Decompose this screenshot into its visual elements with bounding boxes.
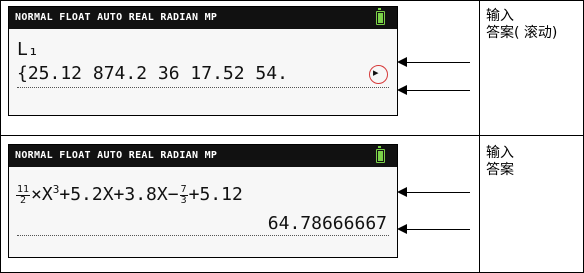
entry-underline — [17, 235, 389, 236]
calculator-screen-list: NORMAL FLOAT AUTO REAL RADIAN MP L₁ {25.… — [8, 6, 398, 116]
arrow-icon — [397, 85, 470, 95]
label-input: 输入 — [486, 145, 514, 161]
fraction: 11 2 — [16, 183, 31, 206]
label-answer: 答案 — [486, 162, 514, 178]
fraction: 73 — [179, 183, 188, 206]
list-name: L₁ — [17, 39, 39, 60]
column-divider — [479, 0, 480, 273]
result-value: 64.78666667 — [267, 213, 387, 234]
status-bar: NORMAL FLOAT AUTO REAL RADIAN MP — [9, 7, 397, 29]
list-values: {25.12 874.2 36 17.52 54. — [17, 63, 288, 84]
calculator-screen-expression: NORMAL FLOAT AUTO REAL RADIAN MP 11 2 ×X3+… — [8, 144, 398, 258]
status-bar: NORMAL FLOAT AUTO REAL RADIAN MP — [9, 145, 397, 167]
label-input: 输入 — [486, 8, 514, 24]
arrow-icon — [397, 224, 470, 234]
arrow-icon — [397, 187, 470, 197]
arrow-icon — [397, 57, 470, 67]
battery-icon — [376, 8, 385, 25]
row-divider — [0, 135, 584, 136]
battery-icon — [376, 146, 385, 163]
expression-line: 11 2 ×X3+5.2X+3.8X− 7 3 +5.12 — [16, 183, 243, 206]
label-answer-scroll: 答案( 滚动) — [486, 25, 558, 41]
scroll-right-icon: ▸ — [373, 66, 379, 79]
entry-underline — [17, 87, 389, 88]
